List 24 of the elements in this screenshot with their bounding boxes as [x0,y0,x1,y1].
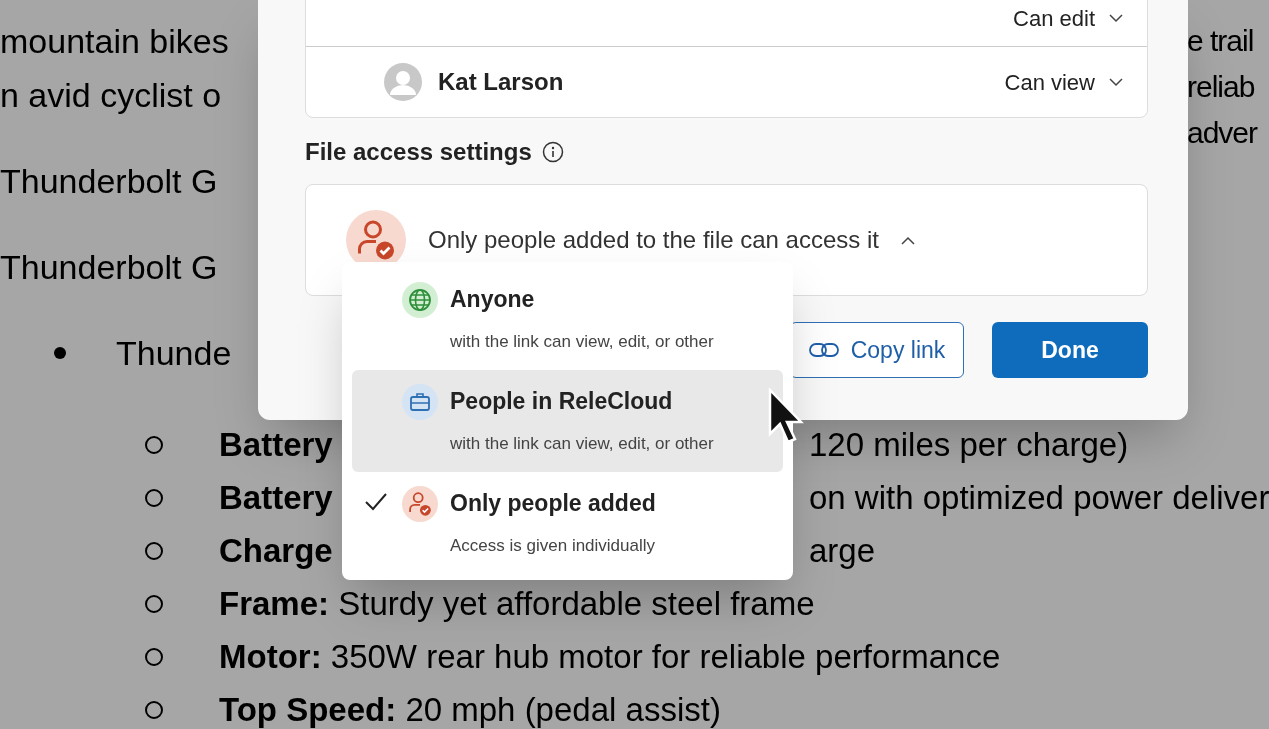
person-name: Kat Larson [438,67,564,97]
menu-item-subtitle: with the link can view, edit, or other [450,432,714,455]
document-text: e trail [1187,26,1254,56]
list-text: on with optimized power deliver [809,481,1269,514]
document-text: reliab [1187,72,1255,102]
section-title: File access settings [305,137,532,167]
document-text: Thunderbolt G [0,250,219,284]
menu-item-title: People in ReleCloud [450,387,674,416]
menu-item-subtitle: Access is given individually [450,534,656,557]
list-text: 120 miles per charge) [809,428,1129,461]
document-text: adver [1187,118,1258,148]
list-text: Motor: 350W rear hub motor for reliable performance [219,640,1001,673]
list-label: Battery [219,426,333,463]
document-text: Thunde [116,336,232,370]
list-label: Battery [219,479,333,516]
document-text: Thunderbolt G [0,164,219,198]
list-text: arge [809,534,876,567]
list-label: Charge [219,532,333,569]
menu-item-subtitle: with the link can view, edit, or other [450,330,714,353]
document-text: n avid cyclist o [0,78,223,112]
menu-item-title: Only people added [450,489,656,518]
list-text: Frame: Sturdy yet affordable steel frame [219,587,815,620]
list-text: Top Speed: 20 mph (pedal assist) [219,693,721,726]
document-text: mountain bikes [0,24,230,58]
